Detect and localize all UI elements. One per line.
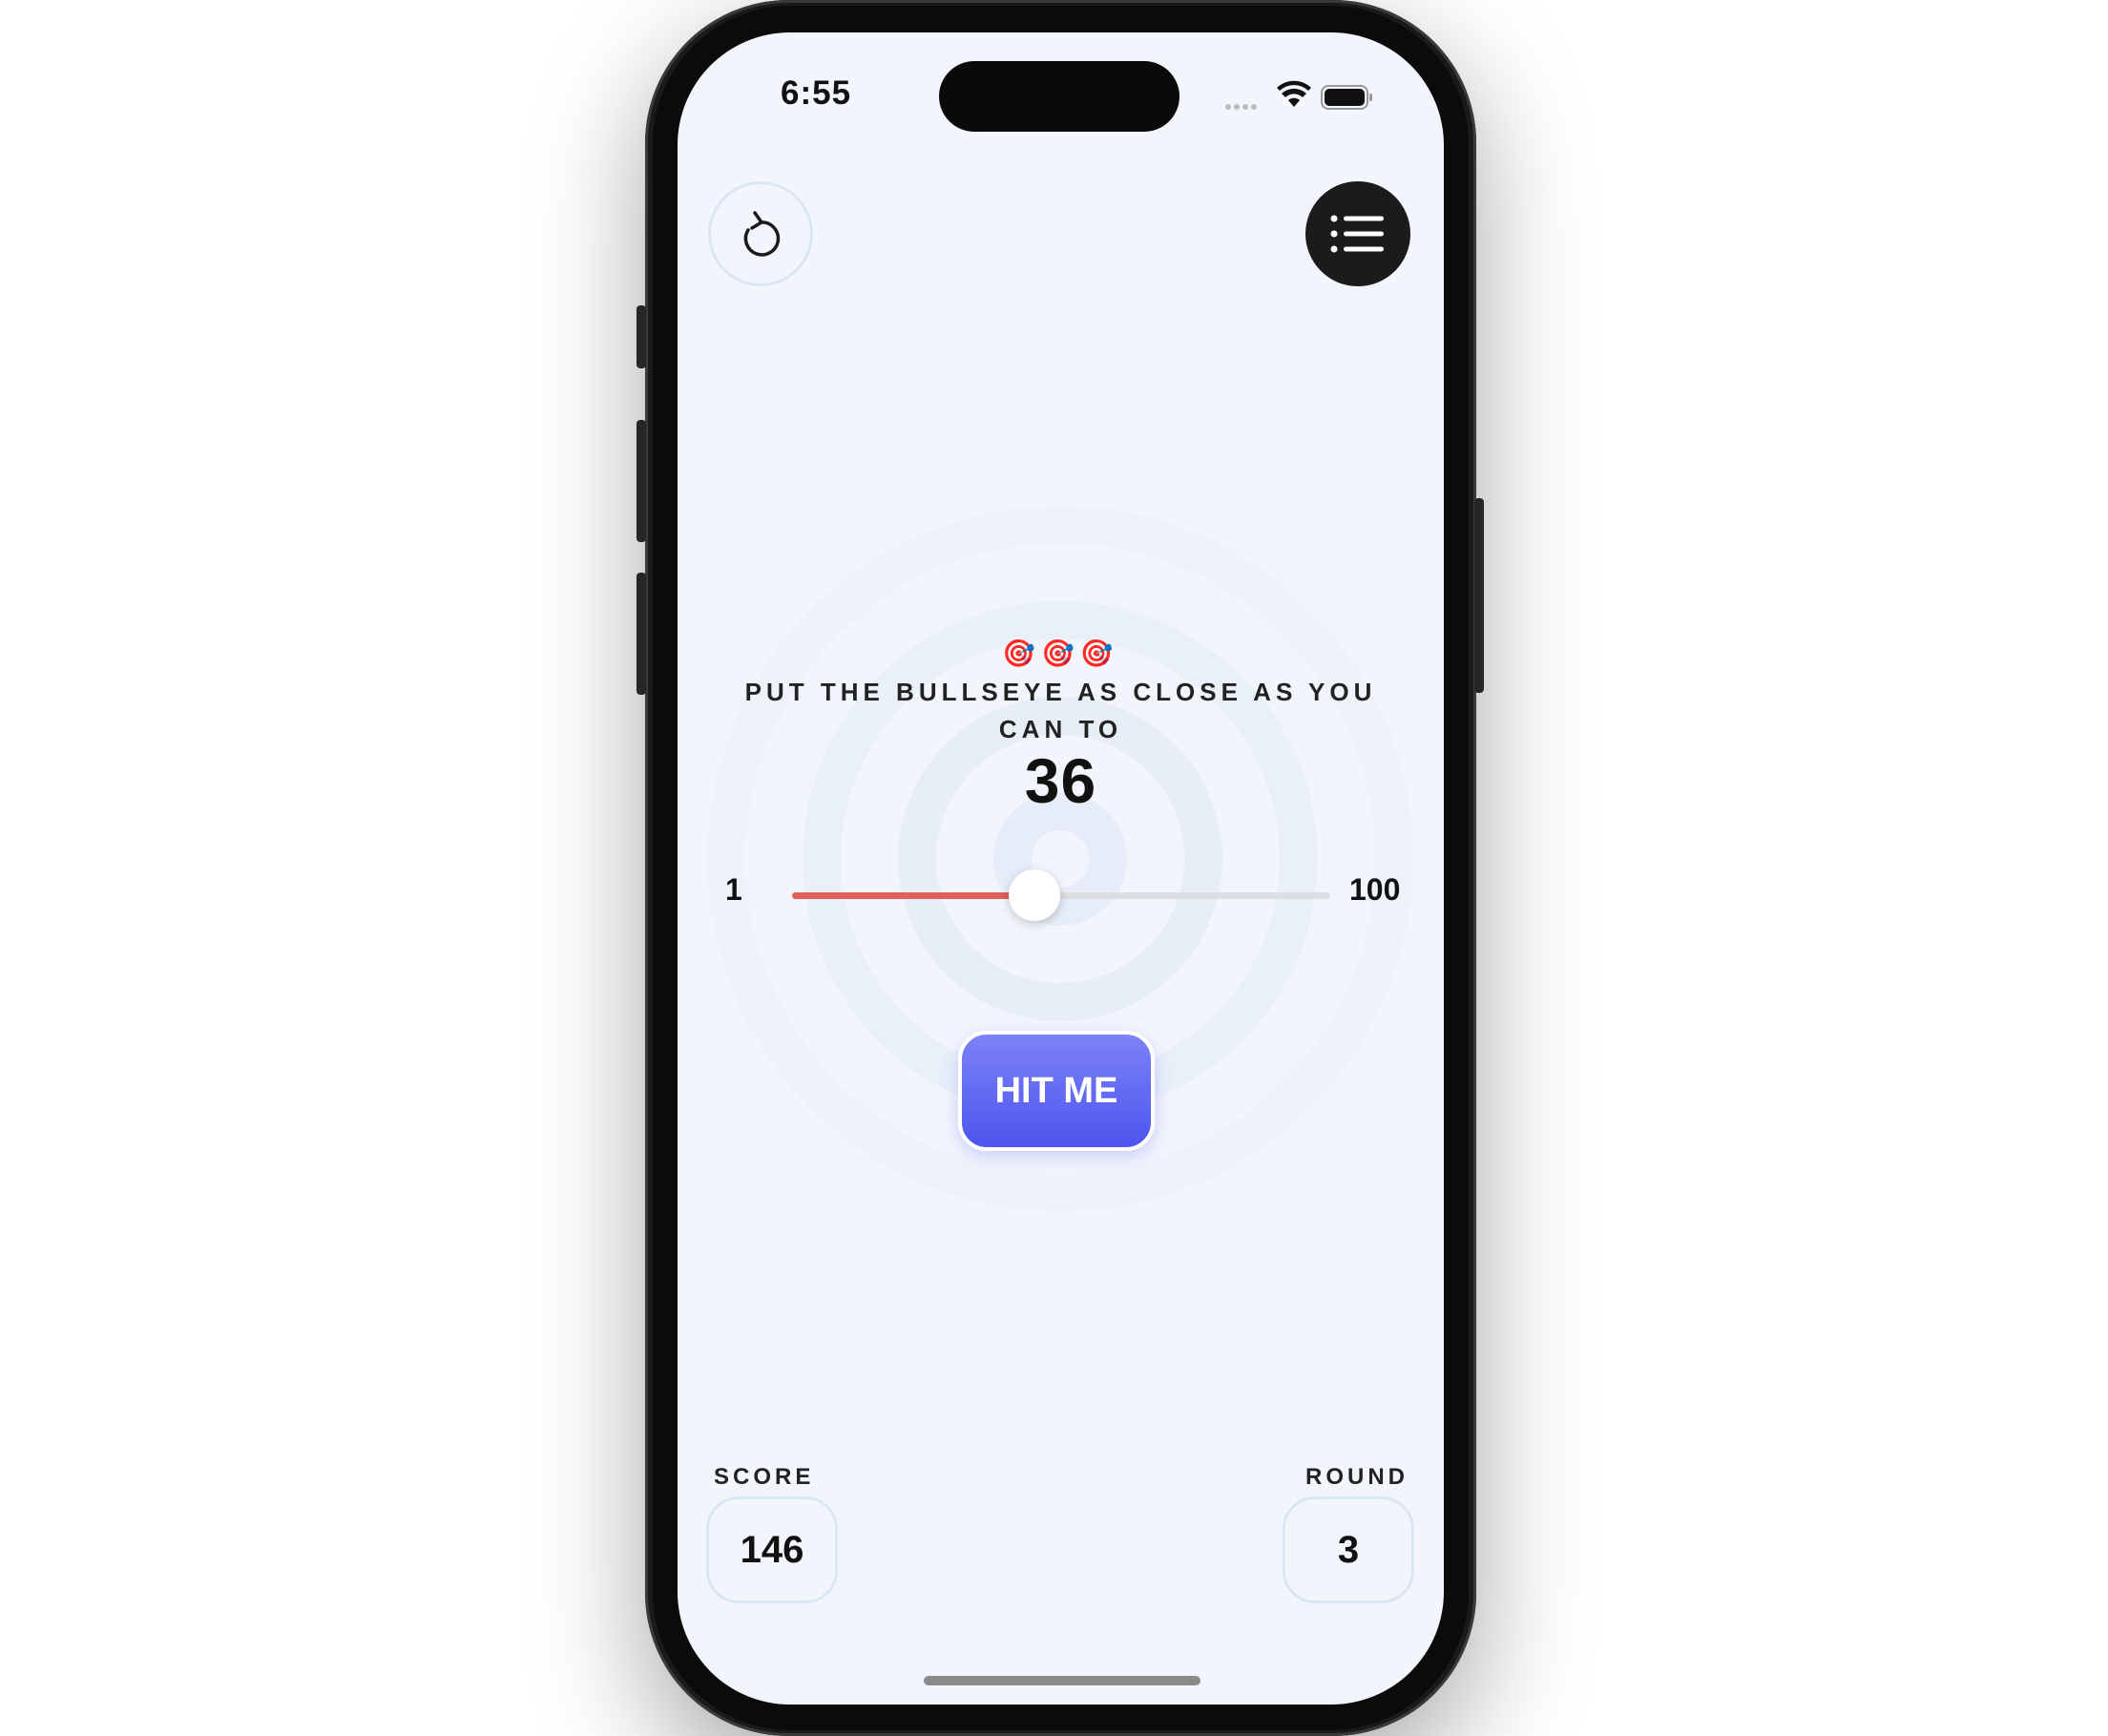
score-value: 146	[706, 1496, 838, 1603]
leaderboard-button[interactable]	[1305, 181, 1410, 286]
status-icons	[1225, 80, 1378, 115]
background-rings	[707, 506, 1413, 1212]
mute-switch	[637, 305, 646, 368]
status-time: 6:55	[781, 74, 852, 112]
cellular-signal-icon	[1225, 97, 1260, 115]
battery-icon	[1321, 85, 1372, 110]
target-value: 36	[1024, 745, 1097, 816]
volume-down-button	[637, 573, 646, 695]
home-indicator[interactable]	[924, 1676, 1200, 1685]
round-label: ROUND	[1305, 1464, 1409, 1490]
power-button	[1474, 498, 1484, 693]
score-label: SCORE	[714, 1464, 815, 1490]
app-screen: 6:55 🎯🎯🎯 PUT THE BULLSEYE AS CLOSE AS YO…	[678, 32, 1444, 1705]
slider-thumb[interactable]	[1008, 869, 1060, 921]
dynamic-island	[939, 61, 1179, 132]
restart-icon	[743, 211, 781, 257]
restart-button[interactable]	[708, 181, 813, 286]
instructions-text: PUT THE BULLSEYE AS CLOSE AS YOU CAN TO	[744, 678, 1377, 743]
wifi-icon	[1277, 80, 1311, 107]
slider-fill	[792, 892, 1034, 899]
guess-slider[interactable]	[792, 869, 1330, 921]
round-value: 3	[1283, 1496, 1414, 1603]
list-icon	[1330, 215, 1384, 253]
slider-min-label: 1	[725, 872, 742, 907]
hit-me-button[interactable]: HIT ME	[958, 1031, 1155, 1151]
bullseye-emojis: 🎯🎯🎯	[1002, 638, 1119, 668]
volume-up-button	[637, 420, 646, 542]
slider-max-label: 100	[1349, 872, 1401, 907]
